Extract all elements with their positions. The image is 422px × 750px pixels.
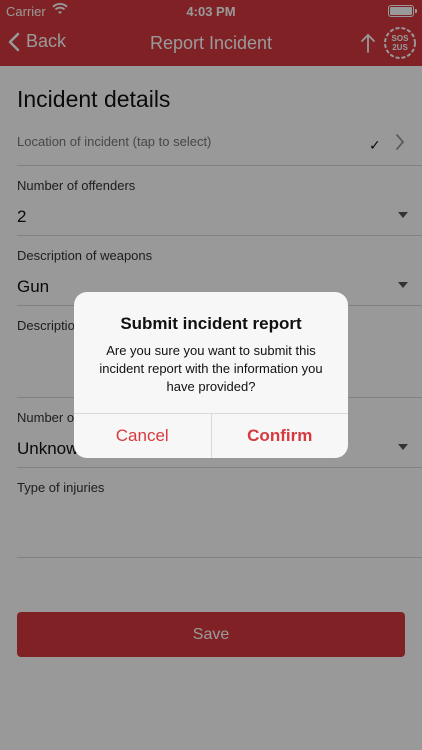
dialog-title: Submit incident report bbox=[120, 314, 302, 333]
confirm-button[interactable]: Confirm bbox=[212, 414, 349, 458]
cancel-button[interactable]: Cancel bbox=[74, 414, 212, 458]
confirm-dialog: Submit incident report Are you sure you … bbox=[74, 292, 348, 458]
dialog-message: Are you sure you want to submit this inc… bbox=[99, 343, 323, 394]
dialog-actions: Cancel Confirm bbox=[74, 413, 348, 458]
